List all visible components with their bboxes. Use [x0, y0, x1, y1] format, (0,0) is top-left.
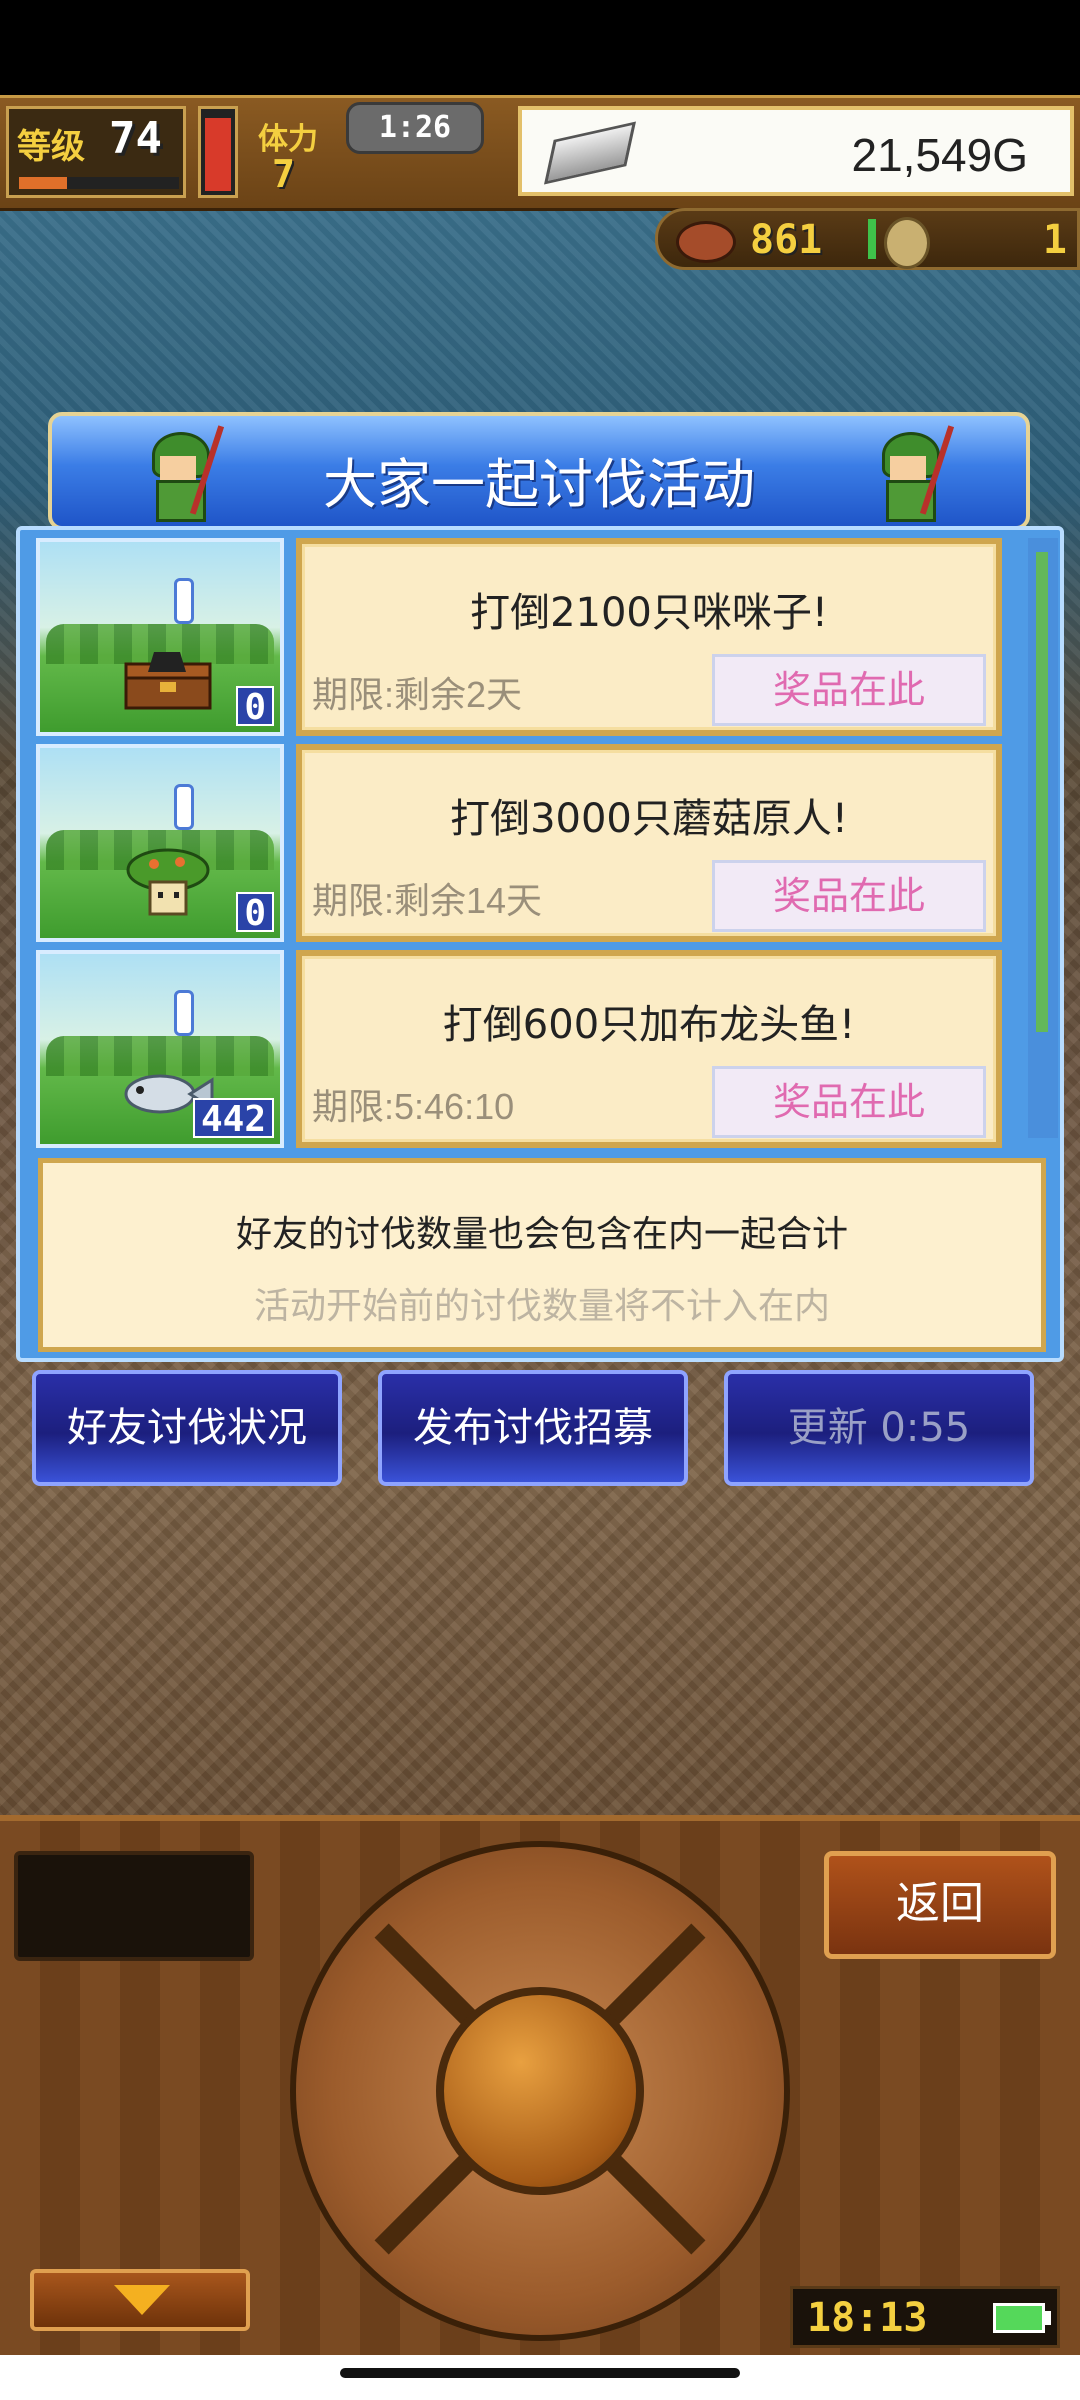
- exclamation-icon: [174, 990, 194, 1036]
- prize-button[interactable]: 奖品在此: [712, 1066, 986, 1138]
- dpad-center-button[interactable]: [436, 1987, 644, 2195]
- medal-icon: [884, 217, 930, 269]
- quest-card: 打倒2100只咪咪子! 期限:剩余2天 奖品在此: [296, 538, 1002, 736]
- quest-title: 打倒600只加布龙头鱼!: [442, 1002, 856, 1048]
- level-progress-fill: [19, 177, 67, 189]
- event-banner: 大家一起讨伐活动: [48, 412, 1030, 530]
- level-box: 等级 74: [6, 106, 186, 198]
- scrollbar-thumb[interactable]: [1036, 552, 1048, 1032]
- quest-thumbnail: 442: [36, 950, 284, 1148]
- event-notice: 好友的讨伐数量也会包含在内一起合计 活动开始前的讨伐数量将不计入在内: [38, 1158, 1046, 1352]
- arrow-down-icon: [114, 2285, 170, 2315]
- prize-button[interactable]: 奖品在此: [712, 654, 986, 726]
- directional-pad[interactable]: [290, 1841, 790, 2341]
- quest-deadline: 期限:剩余14天: [312, 880, 543, 921]
- quest-thumbnail: 0: [36, 744, 284, 942]
- quest-row: 442 打倒600只加布龙头鱼! 期限:5:46:10 奖品在此: [36, 950, 1026, 1148]
- resource-gauge: [868, 219, 876, 259]
- exclamation-icon: [174, 578, 194, 624]
- meat-icon: [676, 221, 736, 263]
- friend-status-button[interactable]: 好友讨伐状况: [32, 1370, 342, 1486]
- notice-line-2: 活动开始前的讨伐数量将不计入在内: [253, 1286, 830, 1327]
- empty-slot: [14, 1851, 254, 1961]
- top-hud: 等级 74 体力 7 1:26 21,549G: [0, 95, 1080, 211]
- refresh-button[interactable]: 更新 0:55: [724, 1370, 1034, 1486]
- control-panel: 返回 18:13: [0, 1815, 1080, 2361]
- exclamation-icon: [174, 784, 194, 830]
- menu-toggle-button[interactable]: [30, 2269, 250, 2331]
- mascot-right-icon: [868, 424, 955, 524]
- mushroom-man-icon: [126, 848, 210, 916]
- kill-count: 442: [192, 1098, 274, 1140]
- kill-count: 0: [236, 686, 274, 728]
- treasure-chest-monster-icon: [124, 652, 212, 710]
- clock-time: 18:13: [807, 2295, 928, 2341]
- quest-thumbnail: 0: [36, 538, 284, 736]
- quest-title: 打倒3000只蘑菇原人!: [450, 796, 848, 842]
- level-progress-bar: [19, 177, 179, 189]
- gold-amount: 21,549G: [851, 129, 1028, 181]
- quest-deadline: 期限:5:46:10: [312, 1086, 515, 1127]
- stamina-timer: 1:26: [346, 102, 484, 154]
- quest-row: 0 打倒2100只咪咪子! 期限:剩余2天 奖品在此: [36, 538, 1026, 736]
- home-indicator[interactable]: [340, 2368, 740, 2378]
- quest-title: 打倒2100只咪咪子!: [470, 590, 828, 636]
- quest-card: 打倒600只加布龙头鱼! 期限:5:46:10 奖品在此: [296, 950, 1002, 1148]
- resource-bar: 861 1: [655, 208, 1080, 270]
- quest-scrollbar[interactable]: [1028, 538, 1058, 1138]
- gold-display[interactable]: 21,549G: [518, 106, 1074, 196]
- level-value: 74: [109, 113, 162, 164]
- stamina-gauge: [198, 106, 238, 198]
- silver-bar-icon: [543, 121, 637, 185]
- battery-icon: [993, 2303, 1045, 2333]
- quest-row: 0 打倒3000只蘑菇原人! 期限:剩余14天 奖品在此: [36, 744, 1026, 942]
- prize-button[interactable]: 奖品在此: [712, 860, 986, 932]
- stamina-box: 体力 7: [250, 106, 350, 198]
- stamina-fill: [205, 117, 231, 191]
- quest-deadline: 期限:剩余2天: [312, 674, 523, 715]
- clock-display: 18:13: [790, 2286, 1060, 2348]
- kill-count: 0: [236, 892, 274, 934]
- event-panel: 0 打倒2100只咪咪子! 期限:剩余2天 奖品在此 0 打倒3000只蘑菇原人…: [16, 526, 1064, 1362]
- back-button[interactable]: 返回: [824, 1851, 1056, 1959]
- medal-count: 1: [1042, 217, 1067, 263]
- post-recruit-button[interactable]: 发布讨伐招募: [378, 1370, 688, 1486]
- stamina-value: 7: [272, 152, 295, 196]
- resource-count: 861: [750, 217, 823, 263]
- level-label: 等级: [17, 127, 85, 167]
- quest-card: 打倒3000只蘑菇原人! 期限:剩余14天 奖品在此: [296, 744, 1002, 942]
- battery-tip: [1045, 2311, 1051, 2325]
- notice-line-1: 好友的讨伐数量也会包含在内一起合计: [235, 1214, 848, 1255]
